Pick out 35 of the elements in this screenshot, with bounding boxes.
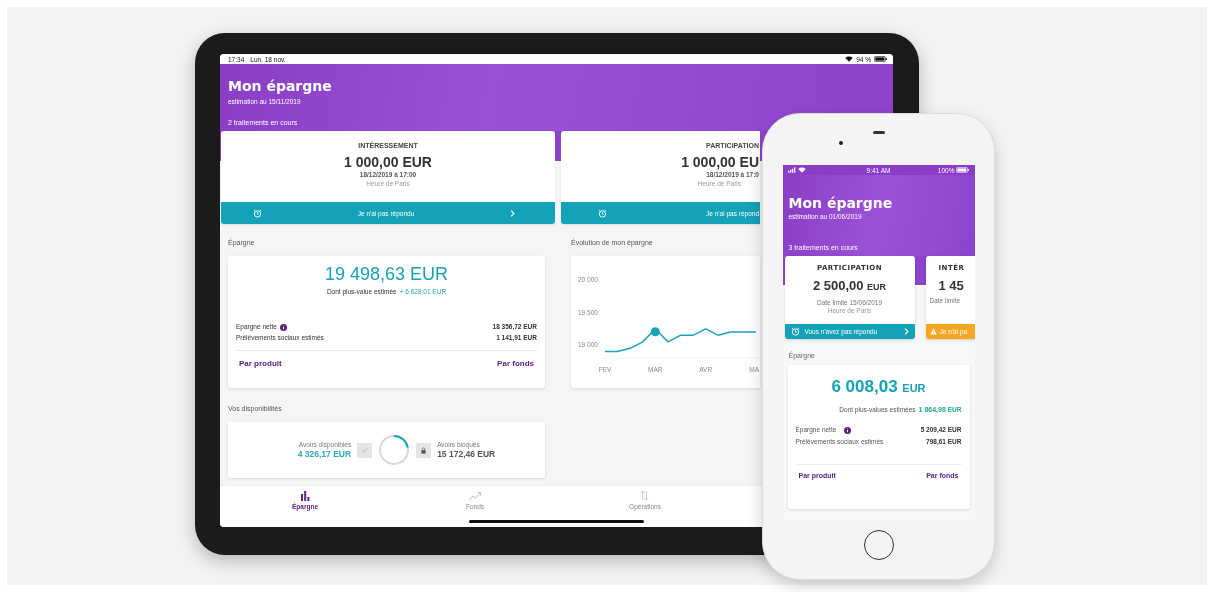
wifi-icon bbox=[797, 167, 806, 173]
selected-point[interactable] bbox=[650, 327, 660, 337]
info-icon[interactable] bbox=[844, 426, 852, 434]
signal-icon bbox=[787, 167, 796, 173]
savings-total: 19 498,63 EUR bbox=[324, 263, 449, 285]
blocked-amount: 15 172,46 EUR bbox=[437, 449, 496, 459]
wifi-icon bbox=[845, 56, 854, 62]
currency: EUR bbox=[867, 282, 887, 292]
available-amount: 4 326,17 EUR bbox=[297, 449, 352, 459]
lock-icon bbox=[416, 442, 432, 458]
savings-total: 6 008,03 bbox=[831, 377, 898, 396]
amount: 2 500,00 bbox=[812, 278, 864, 293]
screen-title: Mon épargne bbox=[228, 78, 332, 95]
view-link[interactable]: Par produit bbox=[239, 359, 282, 368]
bar-chart-icon bbox=[300, 490, 310, 501]
amount: 1 000,00 EUR bbox=[344, 154, 432, 170]
speaker-grille bbox=[872, 131, 885, 134]
chevron-icon bbox=[903, 328, 909, 335]
currency: EUR bbox=[902, 382, 926, 394]
view-link[interactable]: Par fonds bbox=[497, 359, 534, 368]
battery-icon bbox=[956, 167, 970, 173]
amount: 1 45 bbox=[938, 278, 964, 293]
up-down-arrows-icon bbox=[640, 490, 650, 501]
screen-title: Mon épargne bbox=[788, 195, 893, 212]
amount: 1 000,00 EU bbox=[681, 154, 759, 170]
battery-icon bbox=[874, 56, 887, 62]
alarm-clock-icon bbox=[253, 208, 262, 218]
info-icon[interactable] bbox=[279, 323, 287, 331]
warning-icon bbox=[929, 328, 937, 335]
check-icon bbox=[357, 442, 373, 458]
chevron-icon bbox=[510, 209, 515, 217]
alarm-clock-icon bbox=[790, 327, 800, 336]
trend-line-icon bbox=[469, 490, 481, 501]
alarm-clock-icon bbox=[598, 208, 607, 218]
front-camera bbox=[838, 141, 843, 145]
